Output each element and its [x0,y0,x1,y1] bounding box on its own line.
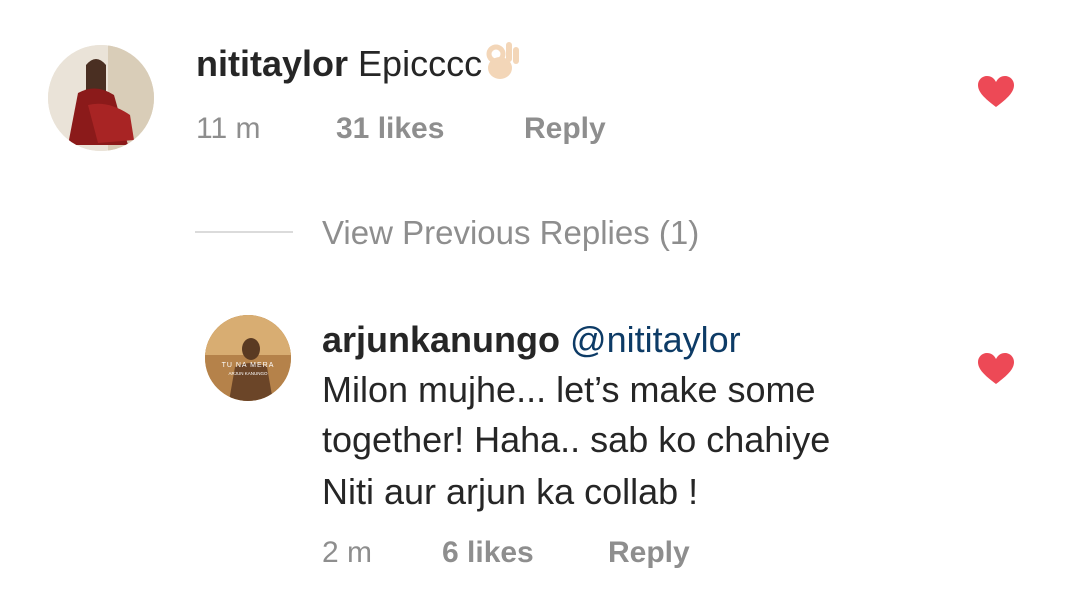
comment-body: nititaylor Epicccc [196,38,522,90]
reply-header: arjunkanungo @nititaylor [322,314,741,366]
reply-line-1: Milon mujhe... let’s make some [322,369,816,410]
replies-divider [195,231,293,233]
reply-reply-button[interactable]: Reply [608,536,690,570]
reply-mention[interactable]: @nititaylor [570,319,741,360]
reply-meta: 2 m 6 likes Reply [322,536,822,576]
avatar-subtitle-text: ARJUN KANUNGO [228,371,268,376]
reply-time: 2 m [322,536,373,569]
comment-username[interactable]: nititaylor [196,43,348,84]
comment-reply-button[interactable]: Reply [524,112,606,146]
comment-meta: 11 m 31 likes Reply [196,112,696,152]
comment-text: Epicccc [358,43,483,84]
avatar-title-text: TU NA MERA [222,362,275,369]
view-previous-replies-button[interactable]: View Previous Replies (1) [322,214,699,252]
avatar-arjunkanungo[interactable]: TU NA MERA ARJUN KANUNGO [205,315,291,401]
profile-photo [48,45,154,151]
avatar-nititaylor[interactable] [48,45,154,151]
comment-like-heart-icon[interactable] [978,76,1014,108]
reply-line-2: together! Haha.. sab ko chahiye [322,419,831,460]
reply-username[interactable]: arjunkanungo [322,319,560,360]
reply-like-heart-icon[interactable] [978,353,1014,385]
comment-likes[interactable]: 31 likes [336,112,444,146]
reply-line-3: Niti aur arjun ka collab ! [322,471,699,512]
ok-hand-emoji-icon [482,38,522,82]
reply-likes[interactable]: 6 likes [442,536,534,570]
profile-photo: TU NA MERA ARJUN KANUNGO [205,315,291,401]
comment-time: 11 m [196,112,261,145]
